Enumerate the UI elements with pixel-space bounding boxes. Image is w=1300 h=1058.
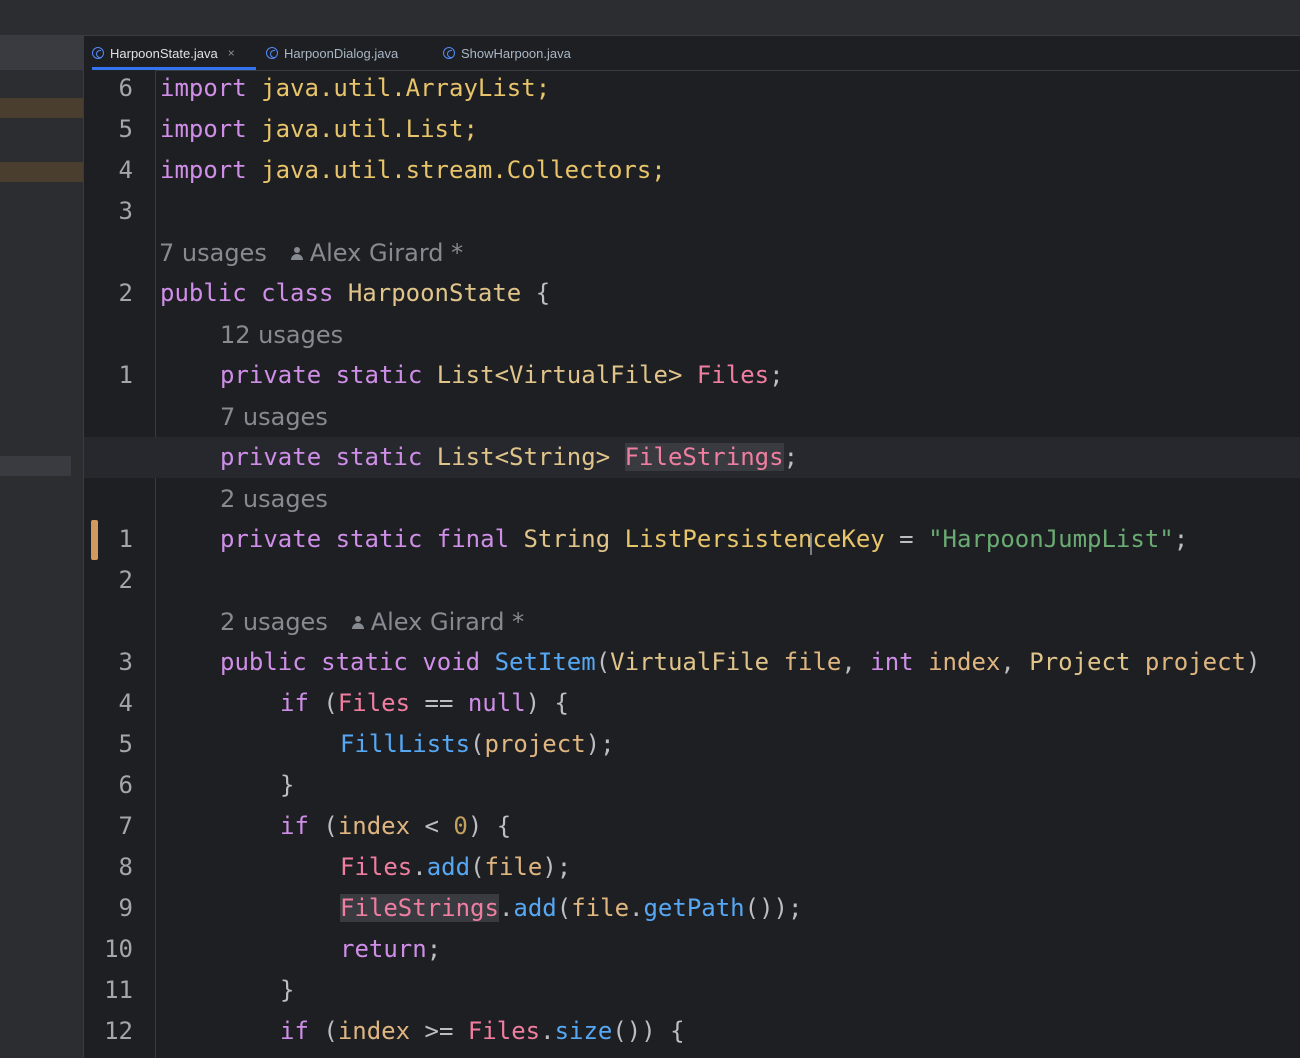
tab-harpoonstate[interactable]: HarpoonState.java × [92, 36, 256, 70]
tab-label: HarpoonState.java [110, 45, 218, 61]
code-line: if (index < 0) { [280, 812, 512, 840]
vcs-change-marker[interactable] [91, 520, 98, 560]
code-line: private static final String ListPersiste… [220, 525, 1189, 553]
editor-tab-bar: HarpoonState.java × HarpoonDialog.java S… [84, 36, 1300, 71]
code-line: } [280, 771, 295, 799]
class-icon [92, 47, 104, 59]
line-number: 6 [118, 74, 133, 102]
code-line: if (index >= Files.size()) { [280, 1017, 685, 1045]
code-line: import java.util.List; [160, 115, 478, 143]
line-number: 5 [118, 730, 133, 758]
line-number: 4 [118, 156, 133, 184]
line-number: 3 [118, 197, 133, 225]
title-bar [0, 0, 1300, 36]
code-line: FillLists(project); [340, 730, 615, 758]
code-line-current: private static List<String> FileStrings; [84, 437, 1300, 478]
usages-hint[interactable]: 7 usages [220, 397, 328, 438]
line-number: 1 [118, 361, 133, 389]
panel-highlight-row[interactable] [0, 162, 83, 182]
code-line: } [280, 976, 295, 1004]
line-number: 11 [104, 976, 133, 1004]
text-cursor [810, 533, 812, 555]
line-number: 9 [118, 894, 133, 922]
usages-hint[interactable]: 2 usages [220, 479, 328, 520]
line-number: 3 [118, 648, 133, 676]
line-number: 7 [118, 812, 133, 840]
code-editor[interactable]: import java.util.ArrayList; import java.… [84, 70, 1300, 1058]
project-panel[interactable] [0, 36, 84, 1058]
panel-selected-row[interactable] [0, 456, 71, 476]
code-line: return; [340, 935, 442, 963]
class-icon [443, 47, 455, 59]
usages-hint[interactable]: 2 usages Alex Girard * [220, 602, 524, 643]
code-line: private static List<VirtualFile> Files; [220, 361, 784, 389]
tab-label: ShowHarpoon.java [461, 45, 571, 61]
line-number: 6 [118, 771, 133, 799]
line-number-gutter[interactable]: 6 5 4 3 2 1 14 1 2 3 4 5 6 7 8 9 10 11 1… [84, 70, 187, 1058]
code-line: if (Files == null) { [280, 689, 570, 717]
tab-showharpoon[interactable]: ShowHarpoon.java [443, 36, 571, 70]
person-icon [290, 247, 304, 261]
code-line: public static void SetItem(VirtualFile f… [220, 648, 1261, 676]
code-line: import java.util.ArrayList; [160, 74, 551, 102]
line-number: 2 [118, 566, 133, 594]
line-number: 10 [104, 935, 133, 963]
close-icon[interactable]: × [228, 46, 235, 60]
panel-highlight-row[interactable] [0, 98, 83, 118]
code-line: public class HarpoonState { [160, 279, 551, 307]
line-number: 4 [118, 689, 133, 717]
class-icon [266, 47, 278, 59]
tab-label: HarpoonDialog.java [284, 45, 399, 61]
tab-harpoondialog[interactable]: HarpoonDialog.java [266, 36, 398, 70]
code-line: Files.add(file); [340, 853, 572, 881]
line-number: 12 [104, 1017, 133, 1045]
code-line: FileStrings.add(file.getPath()); [340, 894, 803, 922]
panel-header [0, 36, 84, 70]
usages-hint[interactable]: 12 usages [220, 315, 343, 356]
usages-hint[interactable]: 7 usages Alex Girard * [159, 233, 463, 274]
code-line: import java.util.stream.Collectors; [160, 156, 666, 184]
line-number: 8 [118, 853, 133, 881]
line-number: 5 [118, 115, 133, 143]
line-number: 2 [118, 279, 133, 307]
person-icon [351, 616, 365, 630]
